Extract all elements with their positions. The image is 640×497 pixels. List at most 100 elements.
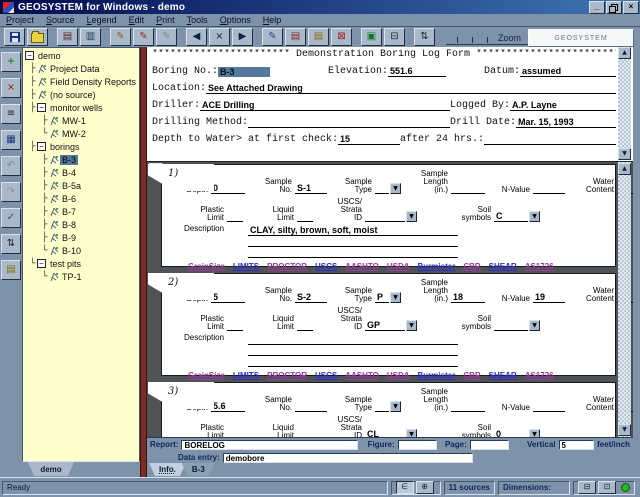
- liquid-limit-field[interactable]: [297, 430, 313, 437]
- tree-item-b-6[interactable]: ├B-6: [23, 192, 139, 205]
- geosystem-button[interactable]: GEOSYSTEM: [528, 29, 634, 47]
- close-button[interactable]: ×: [623, 1, 639, 14]
- figure-input[interactable]: [398, 440, 437, 450]
- collapse-icon[interactable]: −: [37, 103, 46, 112]
- density-report-icon[interactable]: ▥: [80, 28, 101, 46]
- sample-type-dropdown-icon[interactable]: ▼: [390, 292, 401, 303]
- vertical-input[interactable]: 5: [559, 440, 595, 450]
- link-shear[interactable]: SHEAR: [489, 371, 517, 380]
- link-as1726[interactable]: AS1726: [525, 262, 554, 271]
- logged-by-field[interactable]: A.P. Layne: [510, 100, 616, 111]
- sample-length-field[interactable]: [451, 184, 485, 194]
- sample-length-field[interactable]: [451, 402, 485, 412]
- sample-length-field[interactable]: 18: [451, 292, 485, 303]
- link-as1726[interactable]: AS1726: [525, 371, 554, 380]
- soil-symbols-dropdown-icon[interactable]: ▼: [529, 320, 540, 331]
- soil-symbols-dropdown-icon[interactable]: ▼: [529, 211, 540, 222]
- datum-field[interactable]: assumed: [520, 66, 616, 77]
- link-grainsize[interactable]: GrainSize: [188, 262, 225, 271]
- tree-item-b-10[interactable]: └B-10: [23, 244, 139, 257]
- edit-text-icon[interactable]: ✎: [133, 28, 154, 46]
- link-usda[interactable]: USDA: [387, 262, 410, 271]
- collapse-icon[interactable]: −: [37, 142, 46, 151]
- uscs-strata-field[interactable]: GP: [365, 320, 405, 331]
- collapse-icon[interactable]: −: [37, 259, 46, 268]
- depth-field[interactable]: 5.6: [211, 401, 245, 412]
- menu-legend[interactable]: Legend: [81, 15, 123, 25]
- delete-record-icon[interactable]: ×: [209, 28, 230, 46]
- tree-item-b-8[interactable]: ├B-8: [23, 218, 139, 231]
- tree-tab-demo[interactable]: demo: [28, 462, 74, 476]
- menu-help[interactable]: Help: [257, 15, 288, 25]
- tree-item-borings[interactable]: ├−borings: [23, 140, 139, 153]
- tree-item-b-4[interactable]: ├B-4: [23, 166, 139, 179]
- undo-icon[interactable]: ↶: [1, 156, 21, 176]
- redo-icon[interactable]: ↷: [1, 182, 21, 202]
- soil-symbols-field[interactable]: C: [494, 211, 528, 222]
- after-24-field[interactable]: [484, 135, 616, 145]
- sample-type-field[interactable]: [375, 184, 389, 194]
- crosshair-icon[interactable]: ⊕: [416, 481, 434, 494]
- edit-disabled-icon[interactable]: ✎: [156, 28, 177, 46]
- n-value-field[interactable]: [533, 184, 565, 194]
- description-field-3[interactable]: [248, 247, 458, 258]
- menu-print[interactable]: Print: [150, 15, 181, 25]
- sample-no-field[interactable]: S-2: [295, 292, 327, 303]
- plastic-limit-field[interactable]: [227, 321, 243, 331]
- sort-sources-icon[interactable]: ⇅: [1, 234, 21, 254]
- drilling-method-field[interactable]: [248, 118, 450, 128]
- data-entry-input[interactable]: demobore: [223, 453, 473, 463]
- delete-source-icon[interactable]: ×: [1, 78, 21, 98]
- tab-b3[interactable]: B-3: [182, 463, 215, 476]
- driller-field[interactable]: ACE Drilling: [200, 100, 450, 111]
- report-input[interactable]: BORELOG: [181, 440, 357, 450]
- tree-item-b-5a[interactable]: ├B-5a: [23, 179, 139, 192]
- tree-item-mw-2[interactable]: └MW-2: [23, 127, 139, 140]
- link-aashto[interactable]: AASHTO: [345, 262, 379, 271]
- printer-status-icon[interactable]: ⊟: [578, 481, 596, 494]
- plastic-limit-field[interactable]: [227, 430, 243, 437]
- link-limits[interactable]: LIMITS: [233, 262, 259, 271]
- report-icon[interactable]: ▤: [57, 28, 78, 46]
- sample-type-field[interactable]: [375, 402, 389, 412]
- tab-info[interactable]: Info.: [149, 463, 186, 476]
- uscs-strata-field[interactable]: CL: [365, 429, 405, 437]
- add-source-icon[interactable]: +: [1, 52, 21, 72]
- soil-symbols-field[interactable]: [494, 321, 528, 331]
- uscs-strata-field[interactable]: [365, 212, 405, 222]
- export-icon[interactable]: ▤: [1, 260, 21, 280]
- menu-options[interactable]: Options: [214, 15, 257, 25]
- link-cbr[interactable]: CBR: [463, 371, 480, 380]
- boring-no-field[interactable]: B-3: [218, 67, 270, 77]
- link-uscs[interactable]: USCS: [315, 371, 337, 380]
- description-field[interactable]: [248, 334, 458, 345]
- soil-symbols-dropdown-icon[interactable]: ▼: [529, 429, 540, 437]
- description-field-2[interactable]: [248, 236, 458, 247]
- new-entry-icon[interactable]: ✎: [262, 28, 283, 46]
- scroll-up-icon[interactable]: ▲: [618, 47, 631, 59]
- menu-edit[interactable]: Edit: [123, 15, 151, 25]
- menu-project[interactable]: Project: [0, 15, 40, 25]
- depth-field[interactable]: 0: [211, 183, 245, 194]
- next-record-icon[interactable]: ▶: [232, 28, 253, 46]
- depth-field[interactable]: 5: [211, 292, 245, 303]
- tree-item-demo[interactable]: −demo: [23, 49, 139, 62]
- print-icon[interactable]: ⊟: [384, 28, 405, 46]
- header-scrollbar[interactable]: ▲ ▼: [618, 47, 631, 160]
- save-source-icon[interactable]: ▦: [1, 130, 21, 150]
- drill-date-field[interactable]: Mar. 15, 1993: [516, 117, 616, 128]
- elevation-field[interactable]: 551.6: [388, 66, 446, 77]
- menu-source[interactable]: Source: [40, 15, 81, 25]
- sample-type-field[interactable]: P: [375, 292, 389, 303]
- sample-type-dropdown-icon[interactable]: ▼: [390, 401, 401, 412]
- link-cbr[interactable]: CBR: [463, 262, 480, 271]
- scroll-down-icon[interactable]: ▼: [618, 148, 631, 160]
- tree-item-project-data[interactable]: ├Project Data: [23, 62, 139, 75]
- link-shear[interactable]: SHEAR: [489, 262, 517, 271]
- copy-entry-icon[interactable]: ▤: [285, 28, 306, 46]
- tree-item-b-7[interactable]: ├B-7: [23, 205, 139, 218]
- restore-button[interactable]: [606, 1, 622, 14]
- link-usda[interactable]: USDA: [387, 371, 410, 380]
- tree-item-field-density-reports[interactable]: ├Field Density Reports: [23, 75, 139, 88]
- save-icon[interactable]: [4, 28, 25, 46]
